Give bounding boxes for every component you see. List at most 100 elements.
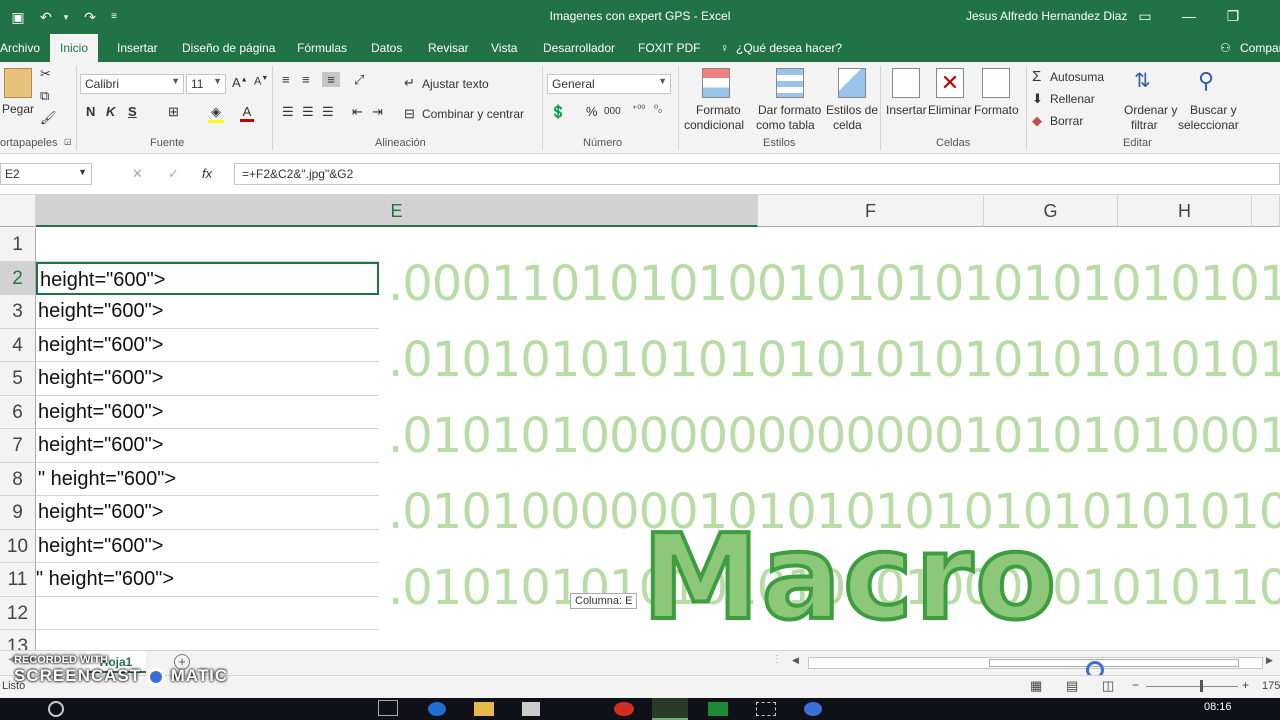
- increase-decimal-icon[interactable]: ⁺⁰⁰: [632, 104, 645, 115]
- app-red-icon[interactable]: [614, 702, 634, 716]
- find-select-label-2[interactable]: seleccionar: [1178, 118, 1239, 132]
- cell-e1[interactable]: [36, 228, 379, 262]
- fill-icon[interactable]: ⬇: [1032, 91, 1043, 107]
- tab-revisar[interactable]: Revisar: [428, 41, 469, 55]
- autosum-button[interactable]: Autosuma: [1050, 70, 1104, 84]
- cut-icon[interactable]: ✂: [40, 66, 51, 82]
- clock[interactable]: 08:16: [1204, 701, 1232, 713]
- orientation-icon[interactable]: ⤢: [354, 72, 364, 88]
- find-select-icon[interactable]: ⚲: [1198, 68, 1214, 94]
- row-header[interactable]: 7: [0, 429, 36, 463]
- tab-formulas[interactable]: Fórmulas: [297, 41, 347, 55]
- enter-icon[interactable]: ✓: [168, 166, 179, 182]
- cell-e6[interactable]: height="600">: [36, 396, 379, 429]
- insert-function-icon[interactable]: fx: [202, 166, 212, 181]
- column-header-h[interactable]: H: [1118, 195, 1252, 227]
- autosum-icon[interactable]: Σ: [1032, 68, 1041, 85]
- cell-styles-label-2[interactable]: celda: [833, 118, 862, 132]
- row-header[interactable]: 2: [0, 261, 36, 295]
- bold-button[interactable]: N: [86, 104, 95, 119]
- row-header[interactable]: 12: [0, 596, 36, 630]
- format-painter-icon[interactable]: 🖌: [40, 110, 57, 126]
- zoom-slider[interactable]: [1146, 686, 1238, 687]
- tell-me-search[interactable]: ¿Qué desea hacer?: [736, 41, 842, 55]
- borders-icon[interactable]: ⊞: [168, 104, 179, 120]
- align-center-icon[interactable]: ☰: [302, 104, 314, 120]
- cell-e10[interactable]: height="600">: [36, 530, 379, 563]
- clipboard-launcher-icon[interactable]: ◲: [64, 137, 72, 146]
- align-top-icon[interactable]: ≡: [282, 72, 290, 87]
- row-header[interactable]: 6: [0, 395, 36, 429]
- excel-taskbar-icon[interactable]: [652, 698, 688, 720]
- sort-filter-label-2[interactable]: filtrar: [1131, 118, 1158, 132]
- row-header[interactable]: 9: [0, 496, 36, 530]
- tab-archivo[interactable]: Archivo: [0, 41, 40, 55]
- delete-cells-button[interactable]: Eliminar: [928, 103, 971, 117]
- excel-second-icon[interactable]: [708, 702, 728, 716]
- row-header[interactable]: 11: [0, 563, 36, 597]
- formula-input[interactable]: =+F2&C2&".jpg"&G2: [234, 163, 1280, 185]
- ribbon-display-options-icon[interactable]: ▭: [1130, 6, 1160, 26]
- comma-style-button[interactable]: 000: [604, 106, 621, 117]
- merge-center-icon[interactable]: ⊟: [404, 106, 415, 122]
- number-format-select[interactable]: General ▼: [547, 74, 671, 94]
- name-box[interactable]: E2 ▼: [0, 163, 92, 185]
- insert-cells-icon[interactable]: [892, 68, 920, 98]
- fill-color-icon[interactable]: ◈: [208, 104, 224, 123]
- macro-binary-image[interactable]: .00011010101001010101010101010101 .01010…: [380, 228, 1280, 650]
- delete-cells-icon[interactable]: ✕: [936, 68, 964, 98]
- scroll-right-icon[interactable]: ▶: [1266, 655, 1273, 666]
- tab-datos[interactable]: Datos: [371, 41, 402, 55]
- align-middle-icon[interactable]: ≡: [302, 72, 310, 87]
- share-icon[interactable]: ⚇: [1220, 41, 1231, 55]
- format-cells-button[interactable]: Formato: [974, 103, 1019, 117]
- cell-styles-label-1[interactable]: Estilos de: [826, 103, 878, 117]
- cell-e2[interactable]: height="600">: [36, 261, 379, 295]
- conditional-formatting-label-2[interactable]: condicional: [684, 118, 744, 132]
- cell-e5[interactable]: height="600">: [36, 362, 379, 396]
- search-icon[interactable]: [48, 701, 64, 717]
- row-header[interactable]: 10: [0, 529, 36, 563]
- horizontal-scroll-thumb[interactable]: [989, 659, 1239, 667]
- cell-e12[interactable]: [36, 597, 379, 630]
- cell-e8[interactable]: " height="600">: [36, 463, 379, 496]
- select-all-corner[interactable]: [0, 195, 36, 227]
- merge-center-button[interactable]: Combinar y centrar: [422, 107, 524, 121]
- cell-e11[interactable]: " height="600">: [36, 563, 379, 597]
- percent-button[interactable]: %: [586, 104, 598, 119]
- format-cells-icon[interactable]: [982, 68, 1010, 98]
- normal-view-icon[interactable]: ▦: [1030, 678, 1042, 694]
- row-header[interactable]: 1: [0, 228, 36, 262]
- column-header-g[interactable]: G: [984, 195, 1118, 227]
- tab-diseno-pagina[interactable]: Diseño de página: [182, 41, 275, 55]
- store-icon[interactable]: [522, 702, 540, 716]
- row-header[interactable]: 5: [0, 362, 36, 396]
- format-as-table-label-1[interactable]: Dar formato: [758, 103, 821, 117]
- conditional-formatting-label-1[interactable]: Formato: [696, 103, 741, 117]
- sort-filter-icon[interactable]: ⇅: [1134, 68, 1151, 93]
- snipping-tool-icon[interactable]: [756, 702, 776, 716]
- decrease-font-icon[interactable]: A▼: [254, 75, 268, 88]
- row-header[interactable]: 8: [0, 462, 36, 496]
- align-left-icon[interactable]: ☰: [282, 104, 294, 120]
- tab-inicio[interactable]: Inicio: [50, 34, 99, 62]
- font-size-select[interactable]: 11 ▼: [186, 74, 226, 94]
- paste-button[interactable]: Pegar: [2, 102, 34, 116]
- decrease-decimal-icon[interactable]: ⁰₀: [654, 104, 662, 115]
- share-button[interactable]: Compar: [1240, 41, 1280, 55]
- zoom-slider-thumb[interactable]: [1200, 680, 1203, 692]
- find-select-label-1[interactable]: Buscar y: [1190, 103, 1237, 117]
- wrap-text-button[interactable]: Ajustar texto: [422, 77, 489, 91]
- decrease-indent-icon[interactable]: ⇤: [352, 104, 363, 120]
- row-header[interactable]: 3: [0, 295, 36, 329]
- format-as-table-icon[interactable]: [776, 68, 804, 98]
- align-bottom-icon[interactable]: ≡: [322, 72, 340, 87]
- font-color-icon[interactable]: A: [240, 104, 254, 122]
- task-view-icon[interactable]: [378, 700, 398, 716]
- row-header[interactable]: 4: [0, 328, 36, 362]
- font-name-select[interactable]: Calibri ▼: [80, 74, 184, 94]
- align-right-icon[interactable]: ☰: [322, 104, 334, 120]
- split-handle-icon[interactable]: ⋮: [772, 654, 782, 665]
- column-header-i[interactable]: [1252, 195, 1280, 227]
- conditional-formatting-icon[interactable]: [702, 68, 730, 98]
